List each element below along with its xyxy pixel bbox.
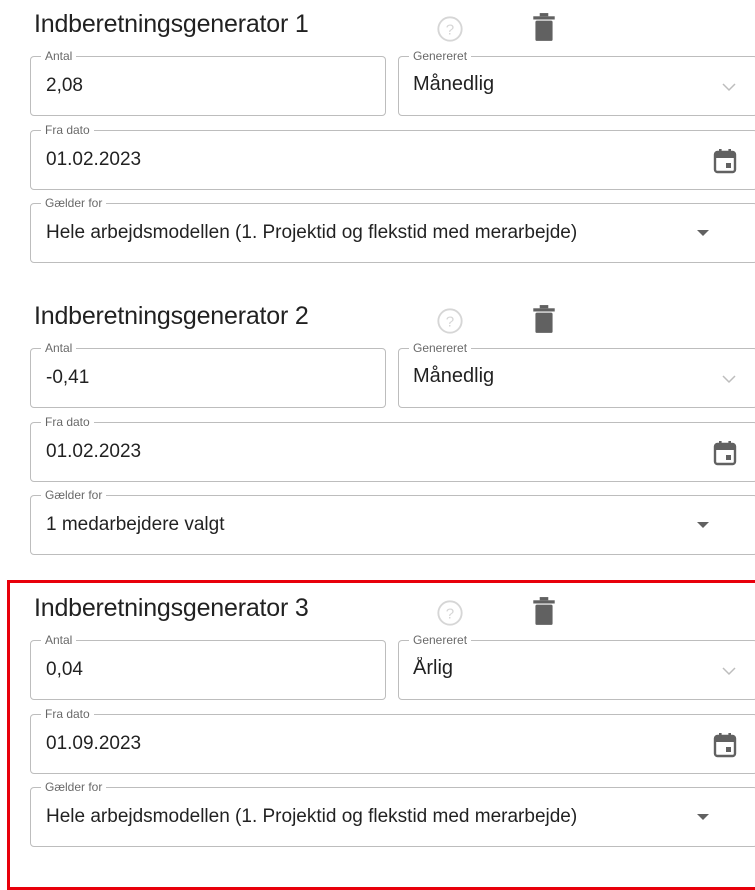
generator-title: Indberetningsgenerator 3	[34, 594, 309, 622]
gaelder-for-label: Gælder for	[41, 779, 107, 795]
arrow-drop-down-icon[interactable]	[695, 811, 711, 823]
fra-dato-field[interactable]: Fra dato 01.02.2023	[30, 414, 755, 482]
genereret-label: Genereret	[409, 340, 472, 356]
fra-dato-value: 01.02.2023	[46, 149, 142, 170]
help-circle-icon[interactable]: ?	[436, 15, 464, 43]
fra-dato-label: Fra dato	[41, 122, 94, 138]
svg-text:?: ?	[446, 605, 454, 622]
generator-title: Indberetningsgenerator 2	[34, 302, 309, 330]
fra-dato-value: 01.02.2023	[46, 441, 142, 462]
chevron-down-icon[interactable]	[721, 79, 737, 95]
antal-field[interactable]: Antal 0,04	[30, 632, 386, 700]
gaelder-for-label: Gælder for	[41, 487, 107, 503]
genereret-value: Årlig	[413, 657, 454, 679]
generator-2: Indberetningsgenerator 2 ? Antal -0,41 G…	[0, 292, 755, 572]
genereret-select[interactable]: Genereret Månedlig	[398, 340, 755, 408]
genereret-value: Månedlig	[413, 73, 495, 95]
fra-dato-label: Fra dato	[41, 706, 94, 722]
fra-dato-value: 01.09.2023	[46, 733, 142, 754]
gaelder-for-select[interactable]: Gælder for Hele arbejdsmodellen (1. Proj…	[30, 195, 755, 263]
svg-text:?: ?	[446, 21, 454, 38]
arrow-drop-down-icon[interactable]	[695, 227, 711, 239]
antal-label: Antal	[41, 48, 77, 64]
gaelder-for-value: 1 medarbejdere valgt	[46, 514, 225, 535]
calendar-icon[interactable]	[713, 440, 737, 466]
antal-label: Antal	[41, 340, 77, 356]
antal-value: 0,04	[46, 659, 83, 680]
antal-value: -0,41	[46, 367, 90, 388]
antal-value: 2,08	[46, 75, 83, 96]
genereret-label: Genereret	[409, 48, 472, 64]
help-circle-icon[interactable]: ?	[436, 599, 464, 627]
generator-3: Indberetningsgenerator 3 ? Antal 0,04 Ge…	[0, 584, 755, 864]
fra-dato-field[interactable]: Fra dato 01.09.2023	[30, 706, 755, 774]
arrow-drop-down-icon[interactable]	[695, 519, 711, 531]
calendar-icon[interactable]	[713, 732, 737, 758]
gaelder-for-select[interactable]: Gælder for 1 medarbejdere valgt	[30, 487, 755, 555]
antal-label: Antal	[41, 632, 77, 648]
trash-icon[interactable]	[531, 596, 557, 626]
generator-title: Indberetningsgenerator 1	[34, 10, 309, 38]
svg-text:?: ?	[446, 313, 454, 330]
gaelder-for-select[interactable]: Gælder for Hele arbejdsmodellen (1. Proj…	[30, 779, 755, 847]
gaelder-for-value: Hele arbejdsmodellen (1. Projektid og fl…	[46, 806, 578, 827]
fra-dato-label: Fra dato	[41, 414, 94, 430]
chevron-down-icon[interactable]	[721, 663, 737, 679]
calendar-icon[interactable]	[713, 148, 737, 174]
gaelder-for-value: Hele arbejdsmodellen (1. Projektid og fl…	[46, 222, 578, 243]
genereret-value: Månedlig	[413, 365, 495, 387]
genereret-label: Genereret	[409, 632, 472, 648]
antal-field[interactable]: Antal -0,41	[30, 340, 386, 408]
trash-icon[interactable]	[531, 12, 557, 42]
generator-1: Indberetningsgenerator 1 ? Antal 2,08 Ge…	[0, 0, 755, 280]
antal-field[interactable]: Antal 2,08	[30, 48, 386, 116]
help-circle-icon[interactable]: ?	[436, 307, 464, 335]
genereret-select[interactable]: Genereret Månedlig	[398, 48, 755, 116]
chevron-down-icon[interactable]	[721, 371, 737, 387]
fra-dato-field[interactable]: Fra dato 01.02.2023	[30, 122, 755, 190]
gaelder-for-label: Gælder for	[41, 195, 107, 211]
trash-icon[interactable]	[531, 304, 557, 334]
genereret-select[interactable]: Genereret Årlig	[398, 632, 755, 700]
